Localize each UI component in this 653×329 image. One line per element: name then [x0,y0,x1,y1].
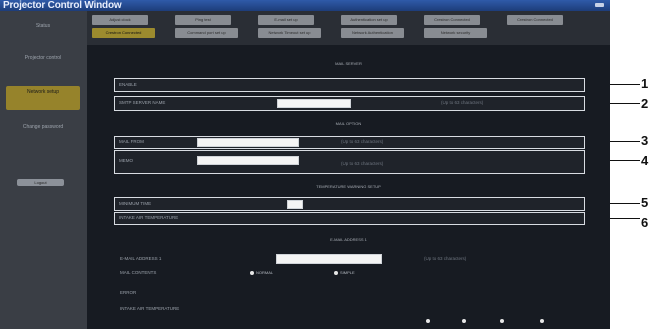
enable-label: ENABLE [119,82,137,87]
mail-server-enable-row: ENABLE [114,78,585,92]
schedule-radio-1[interactable] [426,318,432,323]
intake-air-temperature-row: INTAKE AIR TEMPERATURE [114,212,585,225]
sidebar-item-network-setup[interactable]: Network setup [6,86,80,110]
sidebar-item-label: Status [35,23,51,29]
callout-line-3 [610,141,640,142]
radio-dot-icon [500,318,504,323]
tab-network-security[interactable]: Network security [424,28,487,38]
close-button[interactable] [595,3,604,7]
email-address-1-note: (Up to 63 characters) [424,256,467,261]
section-heading-email-address-1: E-MAIL ADDRESS 1 [330,237,367,242]
radio-dot-icon [462,318,466,323]
tab-ping-test[interactable]: Ping test [175,15,231,25]
mail-contents-normal-radio[interactable]: NORMAL [250,270,273,275]
tab-network-timeout[interactable]: Network Timeout set up [258,28,321,38]
memo-label: MEMO [119,158,133,163]
tab-network-authentication[interactable]: Network Authentication [341,28,404,38]
sidebar-item-change-password[interactable]: Change password [6,124,80,138]
minimum-time-input[interactable] [287,200,303,209]
sidebar-item-label: Network setup [27,89,59,95]
callout-line-5 [610,203,640,204]
app-title: Projector Control Window [3,0,122,11]
error-label: ERROR [120,290,137,295]
radio-dot-icon [540,318,544,323]
schedule-radio-2[interactable] [462,318,468,323]
tab-adjust-clock[interactable]: Adjust clock [92,15,148,25]
tab-crestron-1[interactable]: Crestron Connected [424,15,480,25]
tab-crestron-active[interactable]: Crestron Connected [92,28,155,38]
mail-from-label: MAIL FROM [119,139,144,144]
callout-line-2 [610,103,640,104]
mail-from-row: MAIL FROM (Up to 63 characters) [114,136,585,149]
smtp-server-name-label: SMTP SERVER NAME [119,100,166,105]
tab-crestron-2[interactable]: Crestron Connected [507,15,563,25]
smtp-server-name-input[interactable] [277,99,351,108]
radio-label: SIMPLE [340,270,355,275]
sidebar-item-status[interactable]: Status [6,23,80,35]
memo-input[interactable] [197,156,299,165]
sidebar-item-label: Change password [22,124,64,130]
callout-line-6 [610,218,640,219]
section-heading-temperature-warning: TEMPERATURE WARNING SETUP [316,184,381,189]
schedule-radio-3[interactable] [500,318,506,323]
tab-email-setup[interactable]: E-mail set up [258,15,314,25]
smtp-server-name-note: (Up to 63 characters) [441,100,484,105]
section-heading-mail-server: MAIL SERVER [335,61,362,66]
sidebar-item-label: Projector control [24,55,62,61]
mail-server-smtp-row: SMTP SERVER NAME (Up to 63 characters) [114,96,585,111]
tab-command-port[interactable]: Command port set up [175,28,238,38]
sidebar-item-projector-control[interactable]: Projector control [6,55,80,69]
radio-dot-icon [426,318,430,323]
email-address-1-label: E-MAIL ADDRESS 1 [120,256,162,261]
mail-from-note: (Up to 63 characters) [341,139,384,144]
callout-number-6: 6 [641,215,649,230]
radio-label: NORMAL [256,270,274,275]
schedule-radio-4[interactable] [540,318,546,323]
callout-number-4: 4 [641,153,649,168]
projector-control-window: Projector Control Window Status Projecto… [0,0,610,329]
logout-button[interactable]: Logout [17,179,64,186]
minimum-time-row: MINIMUM TIME [114,197,585,211]
callout-number-1: 1 [641,76,649,91]
callout-line-1 [610,84,640,85]
callout-number-3: 3 [641,133,649,148]
tab-authentication-setup[interactable]: Authentication set up [341,15,397,25]
callout-line-4 [610,160,640,161]
title-bar: Projector Control Window [0,0,610,11]
intake-air-temperature-2-label: INTAKE AIR TEMPERATURE [120,306,180,311]
mail-contents-simple-radio[interactable]: SIMPLE [334,270,355,275]
tab-bar: Adjust clock Ping test E-mail set up Aut… [87,11,610,45]
radio-dot-icon [250,270,254,275]
radio-dot-icon [334,270,338,275]
callout-number-2: 2 [641,96,649,111]
mail-contents-label: MAIL CONTENTS [120,270,157,275]
callout-number-5: 5 [641,195,649,210]
minimum-time-label: MINIMUM TIME [119,201,152,206]
section-heading-mail-option: MAIL OPTION [335,121,362,126]
mail-from-input[interactable] [197,138,299,147]
sidebar: Status Projector control Network setup C… [0,11,87,329]
intake-air-temperature-label: INTAKE AIR TEMPERATURE [119,215,179,220]
memo-row: MEMO (Up to 63 characters) [114,150,585,174]
memo-note: (Up to 63 characters) [341,161,384,166]
email-address-1-input[interactable] [276,254,382,264]
